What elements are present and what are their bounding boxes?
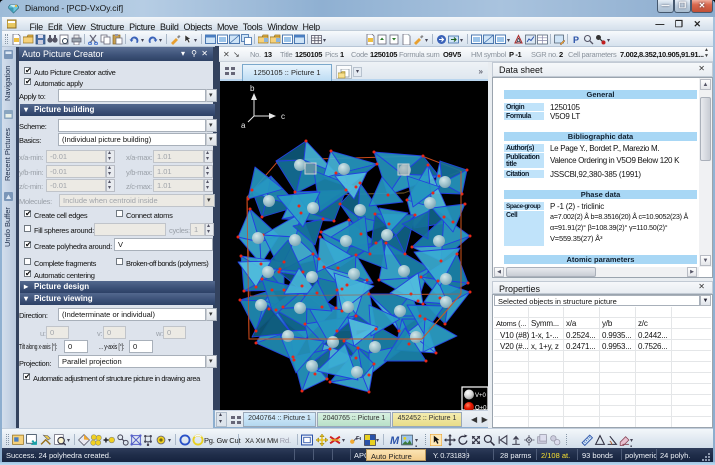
svg-text:V+0: V+0 (475, 393, 487, 399)
svg-text:A: A (516, 38, 521, 45)
svg-text:M: M (390, 435, 400, 446)
svg-text:c: c (281, 112, 285, 121)
svg-text:Fe: Fe (356, 436, 361, 442)
svg-text:P: P (573, 35, 579, 45)
svg-text:a: a (241, 121, 246, 130)
svg-text:b: b (250, 84, 255, 93)
